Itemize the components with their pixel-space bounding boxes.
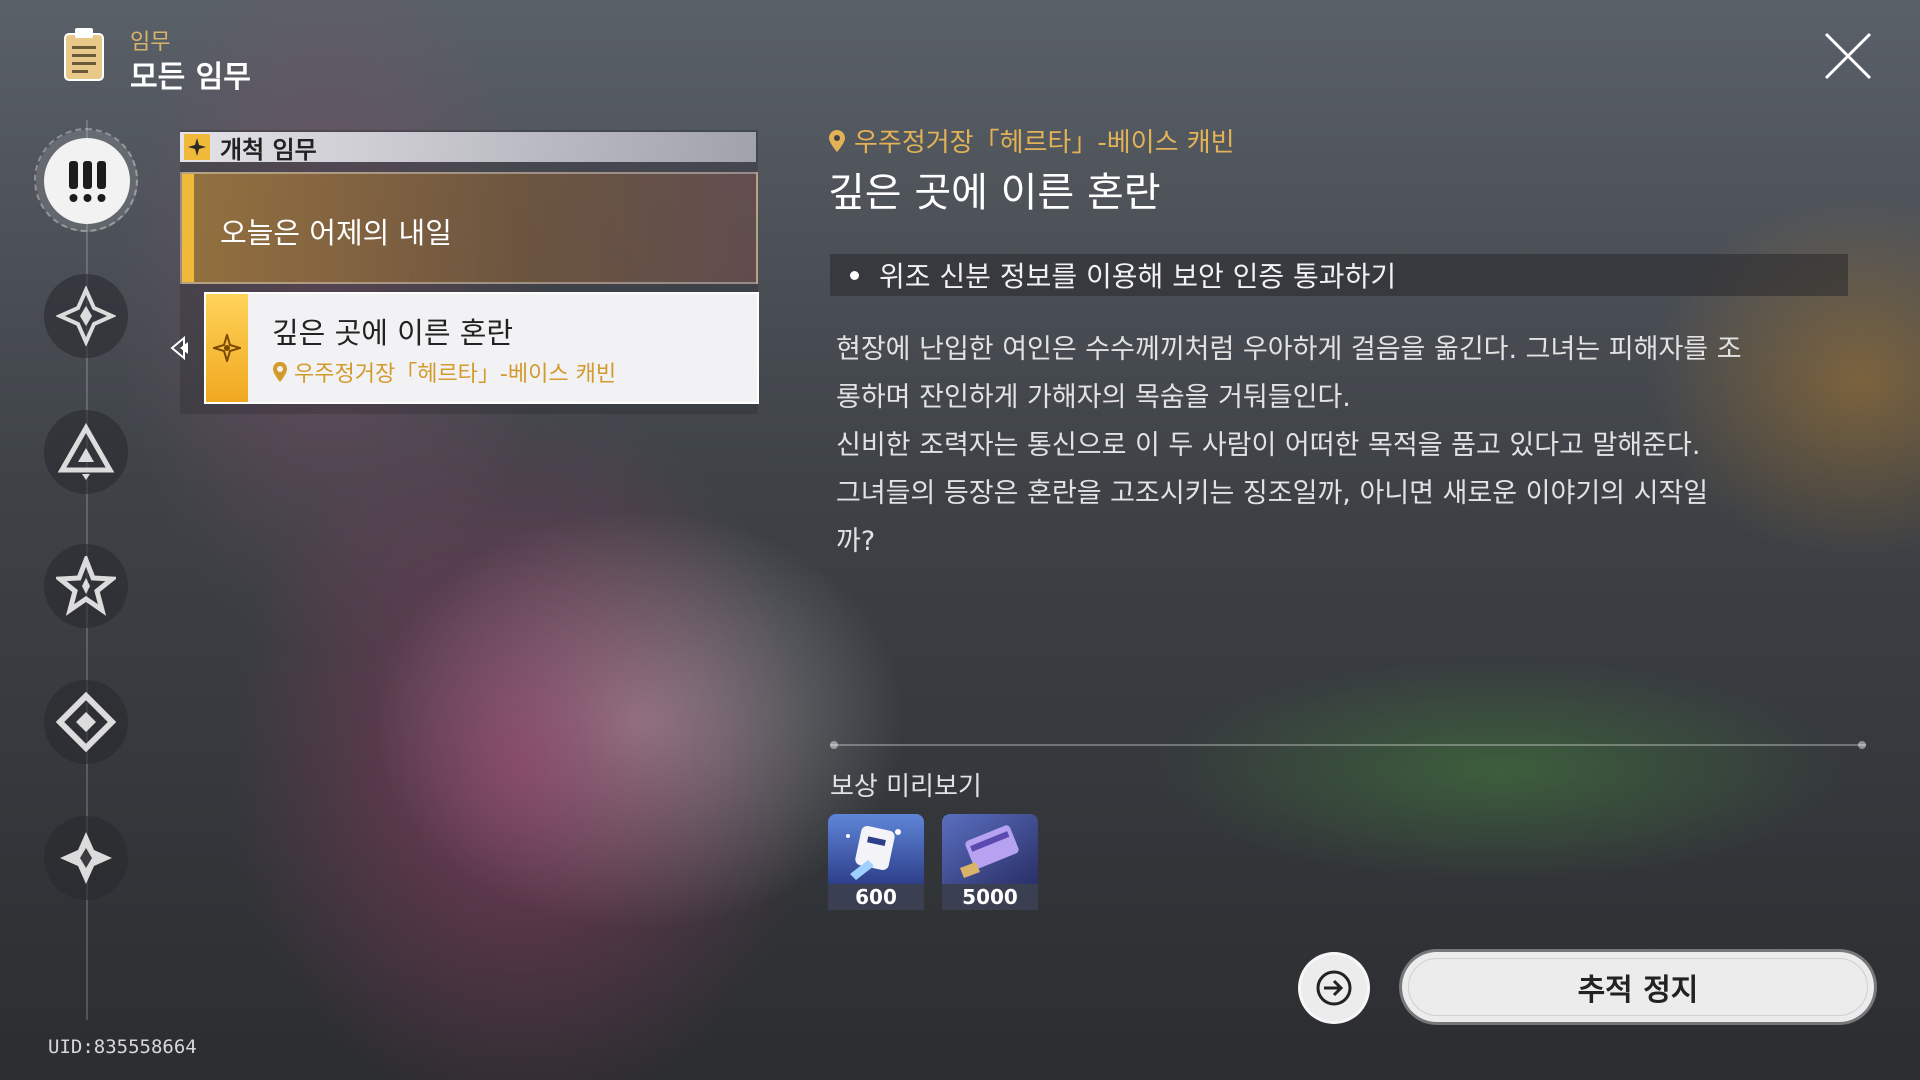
sidebar-item-companion[interactable]	[44, 544, 128, 628]
quest-item-selected[interactable]: 깊은 곳에 이른 혼란 우주정거장「헤르타」-베이스 캐빈	[204, 292, 759, 404]
quest-location: 우주정거장「헤르타」-베이스 캐빈	[272, 356, 616, 388]
location-pin-icon	[829, 129, 845, 152]
trailblaze-mission-icon	[184, 134, 210, 160]
trailblaze-star-icon	[213, 334, 241, 362]
reward-quantity: 600	[828, 884, 924, 910]
navigate-button[interactable]	[1298, 952, 1370, 1024]
close-icon[interactable]	[1822, 30, 1874, 82]
quest-accent-bar	[182, 174, 194, 282]
objective-text: 위조 신분 정보를 이용해 보안 인증 통과하기	[879, 260, 1397, 293]
description-line: 까?	[836, 526, 876, 557]
quest-group-header[interactable]: 개척 임무	[180, 132, 756, 164]
star-icon	[56, 556, 116, 616]
quest-item[interactable]: 오늘은 어제의 내일	[180, 172, 758, 284]
uid-label: UID:835558664	[48, 1036, 197, 1058]
detail-location: 우주정거장「헤르타」-베이스 캐빈	[828, 122, 1235, 159]
page-title: 모든 임무	[130, 60, 251, 95]
quest-title: 오늘은 어제의 내일	[220, 216, 452, 250]
description-line: 신비한 조력자는 통신으로 이 두 사람이 어떠한 목적을 품고 있다고 말해준…	[836, 430, 1701, 461]
reward-item[interactable]: 600	[828, 814, 924, 910]
credit-card-icon	[942, 814, 1038, 884]
sidebar-item-all-missions[interactable]	[44, 138, 130, 224]
sidebar-item-adventure[interactable]	[44, 680, 128, 764]
reward-item[interactable]: 5000	[942, 814, 1038, 910]
location-pin-icon	[273, 362, 287, 382]
quest-group-label: 개척 임무	[220, 135, 317, 164]
exclamation-icon	[69, 161, 106, 202]
quest-location-text: 우주정거장「헤르타」-베이스 캐빈	[294, 362, 617, 387]
sidebar-item-daily[interactable]	[44, 816, 128, 900]
navigate-arrow-icon	[1316, 970, 1352, 1006]
description-line: 현장에 난입한 여인은 수수께끼처럼 우아하게 걸음을 옮긴다. 그녀는 피해자…	[836, 334, 1742, 365]
four-point-star-icon	[60, 832, 112, 884]
sidebar-item-story[interactable]	[44, 410, 128, 494]
reward-divider	[830, 741, 1866, 749]
sidebar-item-trailblaze[interactable]	[44, 274, 128, 358]
quest-strip	[206, 294, 248, 402]
mission-description: 현장에 난입한 여인은 수수께끼처럼 우아하게 걸음을 옮긴다. 그녀는 피해자…	[836, 326, 1856, 566]
trailblaze-exp-icon	[828, 814, 924, 884]
description-line: 그녀들의 등장은 혼란을 고조시키는 징조일까, 아니면 새로운 이야기의 시작…	[836, 478, 1709, 509]
selected-arrow-icon	[170, 335, 188, 361]
mission-clipboard-icon	[64, 28, 104, 81]
reward-preview-title: 보상 미리보기	[830, 772, 982, 802]
triangle-icon	[57, 422, 115, 480]
stop-tracking-button[interactable]: 추적 정지	[1402, 952, 1874, 1022]
objective-row: 위조 신분 정보를 이용해 보안 인증 통과하기	[830, 254, 1848, 296]
detail-title: 깊은 곳에 이른 혼란	[828, 170, 1161, 216]
detail-location-text: 우주정거장「헤르타」-베이스 캐빈	[854, 128, 1235, 158]
compass-star-icon	[56, 286, 116, 346]
diamond-icon	[56, 692, 116, 752]
quest-title: 깊은 곳에 이른 혼란	[272, 316, 514, 350]
button-inner-border	[1408, 958, 1868, 1016]
objective-bullet	[850, 270, 859, 280]
description-line: 롱하며 잔인하게 가해자의 목숨을 거둬들인다.	[836, 382, 1351, 413]
reward-quantity: 5000	[942, 884, 1038, 910]
